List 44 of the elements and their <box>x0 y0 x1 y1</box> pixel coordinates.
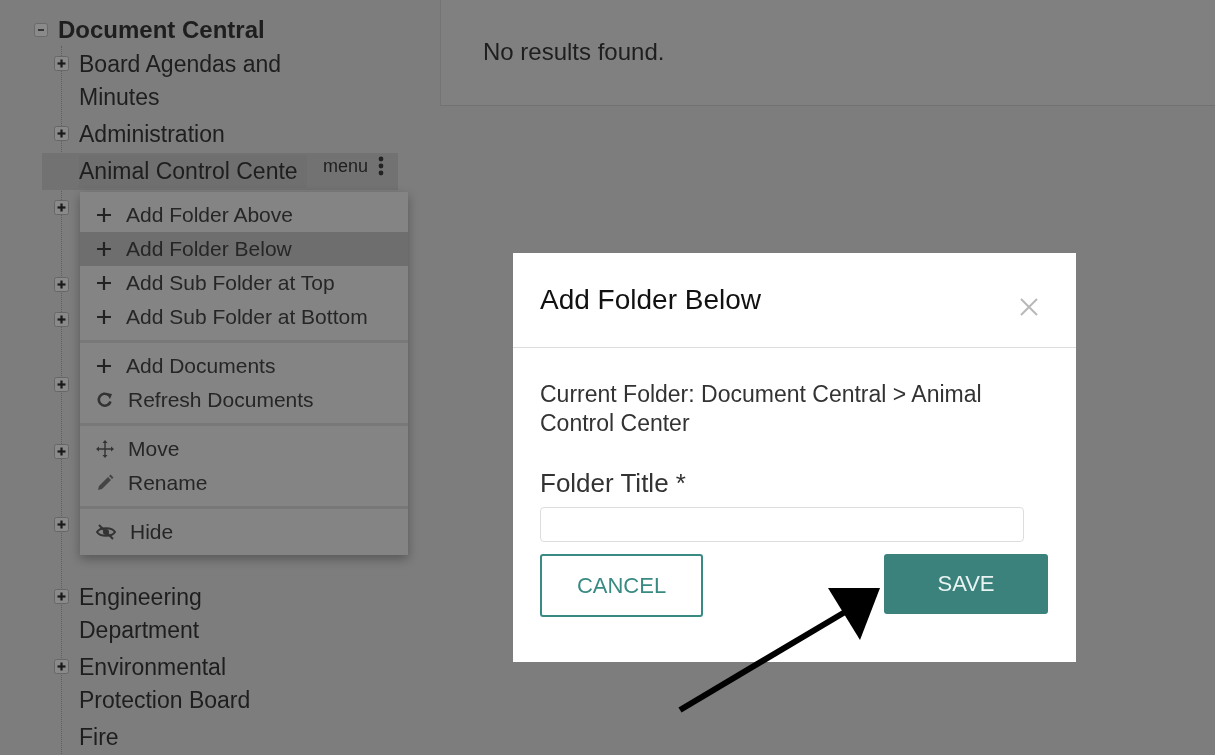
tree-item[interactable]: Environmental Protection Board <box>79 651 314 717</box>
cancel-button[interactable]: CANCEL <box>540 554 703 617</box>
menu-item[interactable]: Add Documents <box>80 349 408 383</box>
empty-message: No results found. <box>483 38 665 65</box>
expand-toggle-icon[interactable] <box>54 200 69 215</box>
expand-toggle-icon[interactable] <box>54 56 69 71</box>
tree-item[interactable]: Board Agendas and Minutes <box>79 48 314 114</box>
expand-toggle-icon[interactable] <box>54 589 69 604</box>
menu-item[interactable]: Add Folder Above <box>80 198 408 232</box>
menu-item[interactable]: Hide <box>80 515 408 549</box>
menu-button[interactable]: menu <box>323 155 385 177</box>
expand-toggle-icon[interactable] <box>54 517 69 532</box>
menu-item[interactable]: Add Sub Folder at Top <box>80 266 408 300</box>
field-label: Folder Title * <box>540 468 687 499</box>
current-folder-text: Current Folder: Document Central > Animal Control Center <box>540 380 983 438</box>
plus-icon <box>96 207 112 223</box>
menu-item[interactable]: Add Folder Below <box>80 232 408 266</box>
save-button[interactable]: SAVE <box>884 554 1048 614</box>
expand-toggle-icon[interactable] <box>54 659 69 674</box>
expand-toggle-icon[interactable] <box>54 377 69 392</box>
tree-item[interactable]: Administration <box>79 118 225 151</box>
kebab-icon <box>378 155 385 177</box>
plus-icon <box>96 309 112 325</box>
menu-item[interactable]: Refresh Documents <box>80 383 408 417</box>
refresh-icon <box>96 391 114 409</box>
eye-slash-icon <box>96 523 116 541</box>
move-icon <box>96 440 114 458</box>
dialog-title: Add Folder Below <box>540 284 761 316</box>
tree-item[interactable]: Fire <box>79 721 119 754</box>
tree-root-label[interactable]: Document Central <box>58 16 265 44</box>
plus-icon <box>96 358 112 374</box>
menu-item[interactable]: Add Sub Folder at Bottom <box>80 300 408 334</box>
expand-toggle-icon[interactable] <box>54 126 69 141</box>
plus-icon <box>96 275 112 291</box>
menu-item[interactable]: Move <box>80 432 408 466</box>
menu-item[interactable]: Rename <box>80 466 408 500</box>
collapse-toggle-icon[interactable] <box>34 23 48 37</box>
pencil-icon <box>96 474 114 492</box>
tree-item[interactable]: Engineering Department <box>79 581 314 647</box>
expand-toggle-icon[interactable] <box>54 312 69 327</box>
expand-toggle-icon[interactable] <box>54 277 69 292</box>
plus-icon <box>96 241 112 257</box>
input-field[interactable] <box>540 507 1024 542</box>
expand-toggle-icon[interactable] <box>54 444 69 459</box>
